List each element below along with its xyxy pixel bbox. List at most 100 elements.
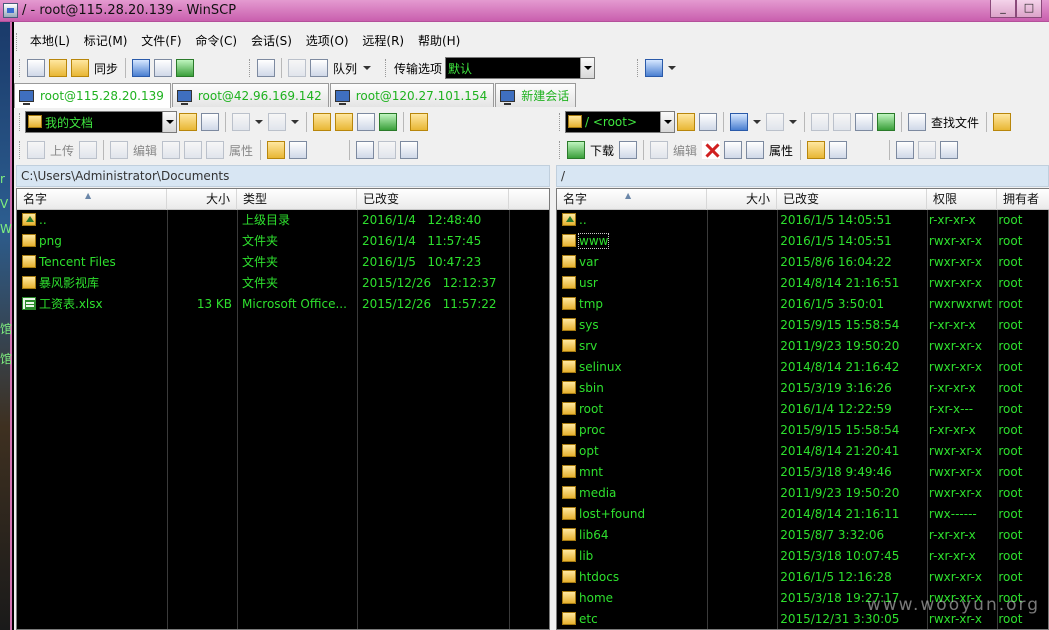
back-icon[interactable] [232,113,250,131]
col-name-header[interactable]: ▲ 名字 [557,189,707,210]
table-row[interactable]: 暴风影视库 文件夹 2015/12/26 12:12:37 [17,273,549,294]
col-rights-header[interactable]: 权限 [927,189,997,210]
find-files-button[interactable]: 查找文件 [931,114,979,131]
tab-session-1[interactable]: root@115.28.20.139 [14,83,171,108]
menu-file[interactable]: 文件(F) [136,30,186,52]
root-dir-icon[interactable] [335,113,353,131]
col-changed-header[interactable]: 已改变 [777,189,927,210]
table-row[interactable]: mnt 2015/3/18 9:49:46 rwxr-xr-x root [557,462,1048,483]
parent-dir-icon[interactable] [313,113,331,131]
open-folder-icon[interactable] [677,113,695,131]
properties-button[interactable]: 属性 [229,142,253,159]
table-row[interactable]: proc 2015/9/15 15:58:54 r-xr-xr-x root [557,420,1048,441]
tab-new-session[interactable]: 新建会话 [495,83,577,107]
back-dropdown-icon[interactable] [753,120,761,124]
delete-icon[interactable] [702,141,721,159]
network-dropdown-icon[interactable] [668,66,676,70]
rename-icon[interactable] [184,141,203,159]
refresh-icon[interactable] [877,113,895,131]
network-icon[interactable] [645,59,663,77]
tab-session-3[interactable]: root@120.27.101.154 [329,83,495,107]
table-row[interactable]: lost+found 2014/8/14 21:16:11 rwx------ roo… [557,504,1048,525]
edit-icon[interactable] [650,141,669,159]
remote-folder-select[interactable]: / <root> [565,111,675,133]
compare-dirs-icon[interactable] [27,59,45,77]
col-owner-header[interactable]: 拥有者 [997,189,1049,210]
chevron-down-icon[interactable] [660,112,674,132]
download-button[interactable]: 下载 [590,142,614,159]
table-row[interactable]: lib64 2015/8/7 3:32:06 r-xr-xr-x root [557,525,1048,546]
edit-icon[interactable] [110,141,129,159]
table-row[interactable]: 工资表.xlsx 13 KB Microsoft Office... 2015/12/… [17,294,549,315]
select-all-icon[interactable] [896,141,915,159]
tab-session-2[interactable]: root@42.96.169.142 [171,83,329,107]
chevron-down-icon[interactable] [162,112,176,132]
rename-icon[interactable] [724,141,743,159]
sync-browse-icon[interactable] [49,59,67,77]
table-row[interactable]: lib 2015/3/18 10:07:45 r-xr-xr-x root [557,546,1048,567]
filter-icon[interactable] [699,113,717,131]
col-size-header[interactable]: 大小 [167,189,237,210]
menu-session[interactable]: 会话(S) [246,30,297,52]
back-dropdown-icon[interactable] [255,120,263,124]
tree-icon[interactable] [410,113,428,131]
delete-icon[interactable] [162,141,181,159]
download-icon[interactable] [567,141,585,159]
preferences-gear-icon[interactable] [257,59,275,77]
new-folder-icon[interactable] [807,141,826,159]
upload-options-icon[interactable] [79,141,98,159]
new-file-icon[interactable] [289,141,308,159]
sync-icon[interactable] [71,59,89,77]
properties-icon[interactable] [206,141,225,159]
remote-path-bar[interactable]: / [556,165,1049,187]
filter-select-icon[interactable] [940,141,959,159]
local-folder-select[interactable]: 我的文档 [25,111,177,133]
minimize-button[interactable]: _ [990,0,1016,18]
filter-select-icon[interactable] [400,141,419,159]
select-all-icon[interactable] [356,141,375,159]
table-row[interactable]: sys 2015/9/15 15:58:54 r-xr-xr-x root [557,315,1048,336]
chevron-down-icon[interactable] [580,58,595,78]
forward-icon[interactable] [268,113,286,131]
winscp-app-icon[interactable] [3,3,18,18]
forward-dropdown-icon[interactable] [291,120,299,124]
col-type-header[interactable]: 类型 [237,189,357,210]
local-file-list[interactable]: ▲ 名字 大小 类型 已改变 .. 上级目录 2016/1/4 12:48:40 png… [16,188,550,630]
table-row[interactable]: media 2011/9/23 19:50:20 rwxr-xr-x root [557,483,1048,504]
refresh-session-icon[interactable] [176,59,195,77]
queue-button[interactable]: 队列 [333,60,357,77]
properties-icon[interactable] [746,141,765,159]
home-icon[interactable] [357,113,375,131]
open-folder-icon[interactable] [179,113,197,131]
table-row[interactable]: www 2016/1/5 14:05:51 rwxr-xr-x root [557,231,1048,252]
forward-icon[interactable] [766,113,784,131]
upload-button[interactable]: 上传 [50,142,74,159]
menu-local[interactable]: 本地(L) [25,30,75,52]
menu-options[interactable]: 选项(O) [301,30,354,52]
table-row[interactable]: sbin 2015/3/19 3:16:26 r-xr-xr-x root [557,378,1048,399]
console-icon[interactable] [132,59,151,77]
forward-dropdown-icon[interactable] [789,120,797,124]
col-changed-header[interactable]: 已改变 [357,189,509,210]
table-row[interactable]: htdocs 2016/1/5 12:16:28 rwxr-xr-x root [557,567,1048,588]
menu-command[interactable]: 命令(C) [190,30,242,52]
menu-mark[interactable]: 标记(M) [79,30,133,52]
new-file-icon[interactable] [829,141,848,159]
home-icon[interactable] [855,113,873,131]
table-row[interactable]: opt 2014/8/14 21:20:41 rwxr-xr-x root [557,441,1048,462]
parent-dir-icon[interactable] [811,113,829,131]
table-row[interactable]: Tencent Files 文件夹 2016/1/5 10:47:23 [17,252,549,273]
refresh-icon[interactable] [379,113,397,131]
tree-icon[interactable] [993,113,1012,131]
root-dir-icon[interactable] [833,113,851,131]
unselect-icon[interactable] [378,141,397,159]
remote-file-list[interactable]: ▲ 名字 大小 已改变 权限 拥有者 .. 2016/1/5 14:05:51 r-x… [556,188,1049,630]
table-row[interactable]: png 文件夹 2016/1/4 11:57:45 [17,231,549,252]
table-row[interactable]: tmp 2016/1/5 3:50:01 rwxrwxrwt root [557,294,1048,315]
table-row[interactable]: root 2016/1/4 12:22:59 r-xr-x--- root [557,399,1048,420]
menu-remote[interactable]: 远程(R) [357,30,409,52]
properties-button[interactable]: 属性 [769,142,793,159]
edit-button[interactable]: 编辑 [133,142,157,159]
table-row[interactable]: usr 2014/8/14 21:16:51 rwxr-xr-x root [557,273,1048,294]
table-row[interactable]: selinux 2014/8/14 21:16:42 rwxr-xr-x root [557,357,1048,378]
